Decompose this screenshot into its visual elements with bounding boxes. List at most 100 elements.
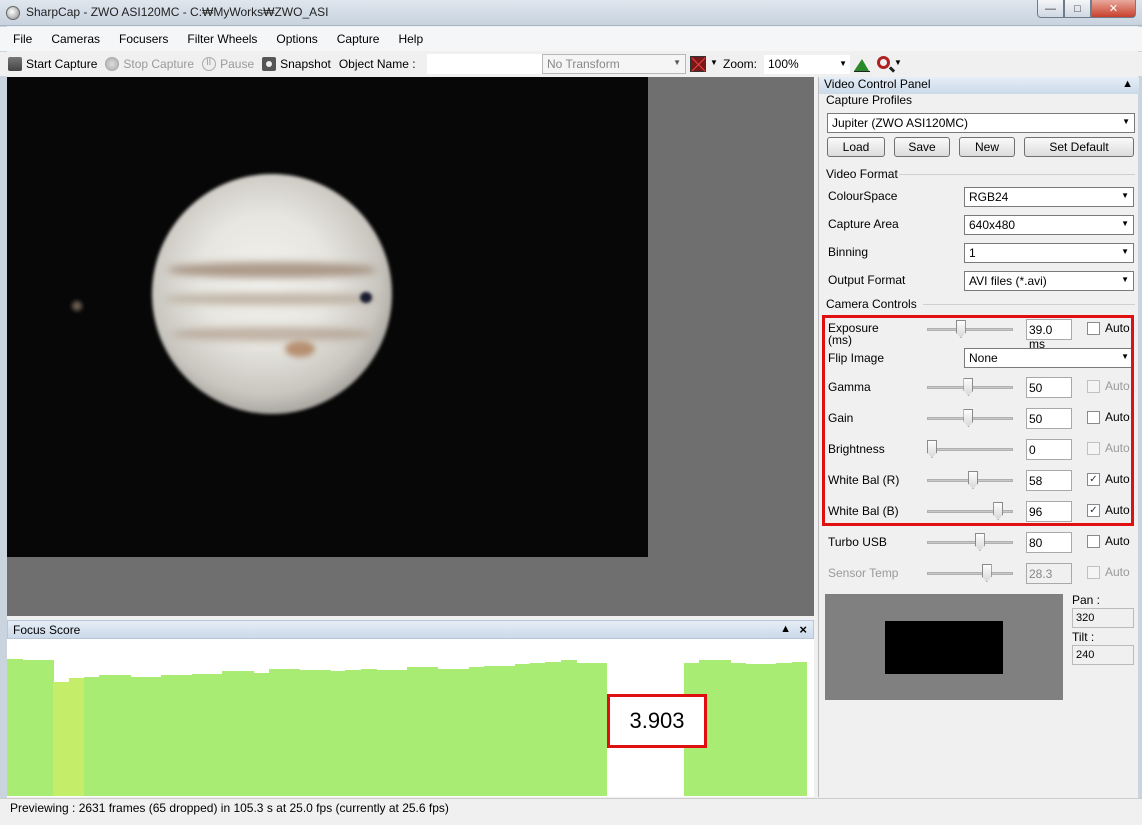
focus-bar [453, 668, 470, 796]
binning-select[interactable]: 1 ▼ [964, 243, 1134, 263]
slider-thumb[interactable] [974, 533, 985, 551]
focus-bar [591, 663, 608, 796]
focus-bar [499, 665, 516, 796]
divider [923, 304, 1135, 305]
load-button[interactable]: Load [827, 137, 885, 157]
cloud-band [167, 262, 377, 278]
start-capture-label: Start Capture [26, 57, 98, 71]
minimize-button[interactable]: — [1037, 0, 1064, 18]
sensor-temp-label: Sensor Temp [828, 566, 899, 580]
snapshot-button[interactable]: Snapshot [262, 57, 331, 71]
colourspace-select[interactable]: RGB24 ▼ [964, 187, 1134, 207]
focus-bar [145, 676, 162, 796]
focus-bar [776, 663, 793, 796]
video-camera-icon [8, 57, 22, 71]
capture-profile-select[interactable]: Jupiter (ZWO ASI120MC) ▼ [827, 113, 1135, 133]
stop-capture-label: Stop Capture [123, 57, 195, 71]
menu-focusers[interactable]: Focusers [119, 32, 168, 46]
roi-rectangle[interactable] [885, 621, 1003, 674]
focus-bar [37, 660, 54, 796]
output-format-label: Output Format [828, 273, 906, 287]
colourspace-label: ColourSpace [828, 189, 898, 203]
window-title: SharpCap - ZWO ASI120MC - C:₩MyWorks₩ZWO… [26, 5, 329, 19]
maximize-button[interactable]: □ [1064, 0, 1091, 18]
focus-score-value: 3.903 [607, 694, 707, 748]
focus-bar [545, 661, 562, 796]
start-capture-button[interactable]: Start Capture [8, 57, 97, 71]
save-button[interactable]: Save [894, 137, 950, 157]
menu-filter-wheels[interactable]: Filter Wheels [187, 32, 257, 46]
focus-bar [299, 669, 316, 796]
output-format-select[interactable]: AVI files (*.avi) ▼ [964, 271, 1134, 291]
object-name-input[interactable] [426, 54, 545, 74]
capture-area-select[interactable]: 640x480 ▼ [964, 215, 1134, 235]
video-control-panel: Video Control Panel ▲ Capture Profiles J… [818, 77, 1139, 797]
menu-options[interactable]: Options [276, 32, 317, 46]
stop-icon [105, 57, 120, 71]
camera-frame[interactable] [7, 77, 648, 557]
pan-label: Pan : [1072, 593, 1101, 607]
colourspace-value: RGB24 [969, 190, 1009, 204]
focus-bar [330, 671, 346, 796]
zoom-label: Zoom: [723, 57, 758, 71]
chevron-down-icon: ▼ [1121, 191, 1129, 200]
tilt-value: 240 [1072, 645, 1134, 665]
pause-icon [202, 57, 217, 71]
focus-bar [345, 669, 362, 796]
menu-file[interactable]: File [13, 32, 32, 46]
zoom-value: 100% [768, 57, 799, 71]
menu-capture[interactable]: Capture [337, 32, 380, 46]
transform-value: No Transform [547, 57, 620, 71]
focus-bar [391, 669, 408, 796]
turbo-usb-slider[interactable] [927, 532, 1013, 552]
highlight-box [822, 315, 1134, 526]
image-viewer[interactable] [7, 77, 814, 616]
menu-cameras[interactable]: Cameras [51, 32, 100, 46]
focus-bar [407, 667, 423, 796]
turbo-usb-input[interactable]: 80 [1026, 532, 1072, 553]
focus-bar [176, 675, 193, 796]
slider-track [927, 572, 1013, 575]
close-icon[interactable]: × [799, 622, 807, 637]
status-text: Previewing : 2631 frames (65 dropped) in… [10, 801, 449, 815]
chevron-down-icon[interactable]: ▼ [710, 58, 718, 67]
transform-select[interactable]: No Transform ▼ [542, 54, 686, 74]
turbo-usb-auto-checkbox[interactable] [1087, 535, 1100, 548]
magnifier-icon[interactable] [877, 56, 890, 69]
focus-bar [560, 660, 577, 796]
binning-value: 1 [969, 246, 976, 260]
new-button[interactable]: New [959, 137, 1015, 157]
pan-tilt-preview[interactable] [825, 594, 1063, 700]
divider [899, 174, 1135, 175]
focus-score-title: Focus Score [13, 622, 81, 637]
zoom-select[interactable]: 100% ▼ [764, 55, 850, 74]
camera-controls-label: Camera Controls [826, 297, 917, 311]
focus-bar [530, 663, 546, 796]
focus-bar [468, 667, 485, 796]
great-red-spot [285, 341, 315, 357]
pin-icon[interactable]: ▲ [780, 623, 791, 635]
color-correction-icon[interactable] [690, 56, 706, 72]
pin-icon[interactable]: ▲ [1122, 78, 1133, 90]
menu-help[interactable]: Help [398, 32, 423, 46]
video-format-label: Video Format [826, 167, 898, 181]
turbo-usb-label: Turbo USB [828, 535, 887, 549]
panel-title: Video Control Panel [824, 77, 931, 91]
focus-bar [314, 669, 331, 796]
focus-bar [114, 675, 131, 796]
focus-bar [130, 676, 146, 796]
menu-bar: File Cameras Focusers Filter Wheels Opti… [0, 27, 1142, 51]
set-default-button[interactable]: Set Default [1024, 137, 1134, 157]
app-icon [6, 6, 20, 20]
capture-profile-value: Jupiter (ZWO ASI120MC) [832, 116, 969, 130]
close-button[interactable]: ✕ [1091, 0, 1136, 18]
stop-capture-button[interactable]: Stop Capture [105, 57, 194, 71]
focus-bar [745, 664, 762, 796]
focus-bar [68, 678, 85, 796]
chevron-down-icon[interactable]: ▼ [894, 58, 902, 67]
histogram-icon[interactable] [854, 56, 870, 72]
focus-bar [222, 671, 239, 796]
focus-bar [7, 659, 23, 796]
pause-button[interactable]: Pause [202, 57, 254, 71]
window-frame-right [1138, 26, 1142, 798]
